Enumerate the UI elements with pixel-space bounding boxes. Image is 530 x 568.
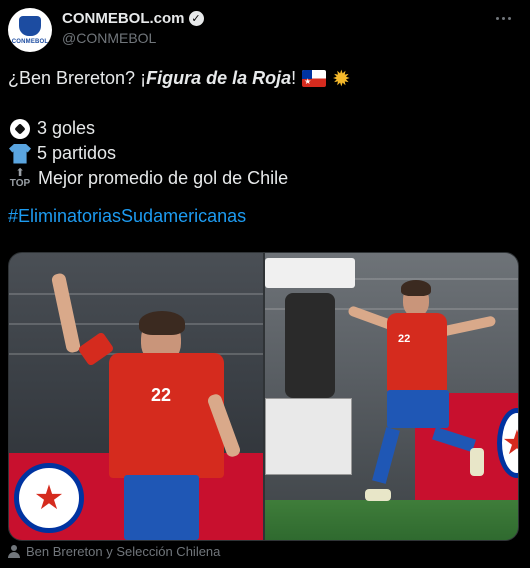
jersey-icon <box>9 143 31 164</box>
media-tag-text: Ben Brereton y Selección Chilena <box>26 544 221 559</box>
headline-prefix: ¿Ben Brereton? ¡ <box>8 68 147 88</box>
media-grid: ★ 22 ★ 22 <box>8 252 519 541</box>
dot-icon <box>501 16 505 20</box>
dot-icon <box>495 16 499 20</box>
tweet-text: ¿Ben Brereton? ¡ Figura de la Roja ! ✹ 3… <box>8 66 518 229</box>
headline-suffix: ! <box>291 68 297 88</box>
verified-badge-icon: ✓ <box>188 11 204 26</box>
soccer-ball-icon <box>10 118 30 139</box>
stat-line-average: ⬆ TOP Mejor promedio de gol de Chile <box>8 166 518 191</box>
jersey-number: 22 <box>151 385 172 405</box>
photo-right[interactable]: ★ 22 <box>265 253 518 540</box>
hashtag-link[interactable]: #EliminatoriasSudamericanas <box>8 204 518 229</box>
tweet-line-headline: ¿Ben Brereton? ¡ Figura de la Roja ! ✹ <box>8 66 518 91</box>
headline-emphasis: Figura de la Roja <box>146 68 292 88</box>
tweet-header: CONMEBOL CONMEBOL.com ✓ @CONMEBOL <box>0 0 530 60</box>
top-arrow-icon: ⬆ TOP <box>9 167 31 190</box>
conmebol-shield-icon <box>19 16 41 36</box>
stat-line-matches: 5 partidos <box>8 141 518 166</box>
stat-text: Mejor promedio de gol de Chile <box>38 168 289 188</box>
photo-left[interactable]: ★ 22 <box>9 253 263 540</box>
author-handle[interactable]: @CONMEBOL <box>62 30 156 46</box>
stat-text: 5 partidos <box>37 143 117 163</box>
stat-line-goals: 3 goles <box>8 116 518 141</box>
stat-text: 3 goles <box>37 118 96 138</box>
avatar[interactable]: CONMEBOL <box>8 8 52 52</box>
chile-flag-icon <box>302 70 327 87</box>
author-display-name[interactable]: CONMEBOL.com <box>62 10 185 27</box>
more-options-button[interactable] <box>488 8 518 28</box>
dot-icon <box>507 16 511 20</box>
sun-icon: ✹ <box>332 65 351 91</box>
top-icon-text: TOP <box>9 178 31 189</box>
author-name-row: CONMEBOL.com ✓ <box>62 10 204 27</box>
media-tag[interactable]: Ben Brereton y Selección Chilena <box>8 544 220 559</box>
jersey-number: 22 <box>398 333 411 345</box>
person-icon <box>8 545 20 558</box>
chile-crest-icon: ★ <box>14 463 84 533</box>
avatar-logo-text: CONMEBOL <box>11 39 49 45</box>
